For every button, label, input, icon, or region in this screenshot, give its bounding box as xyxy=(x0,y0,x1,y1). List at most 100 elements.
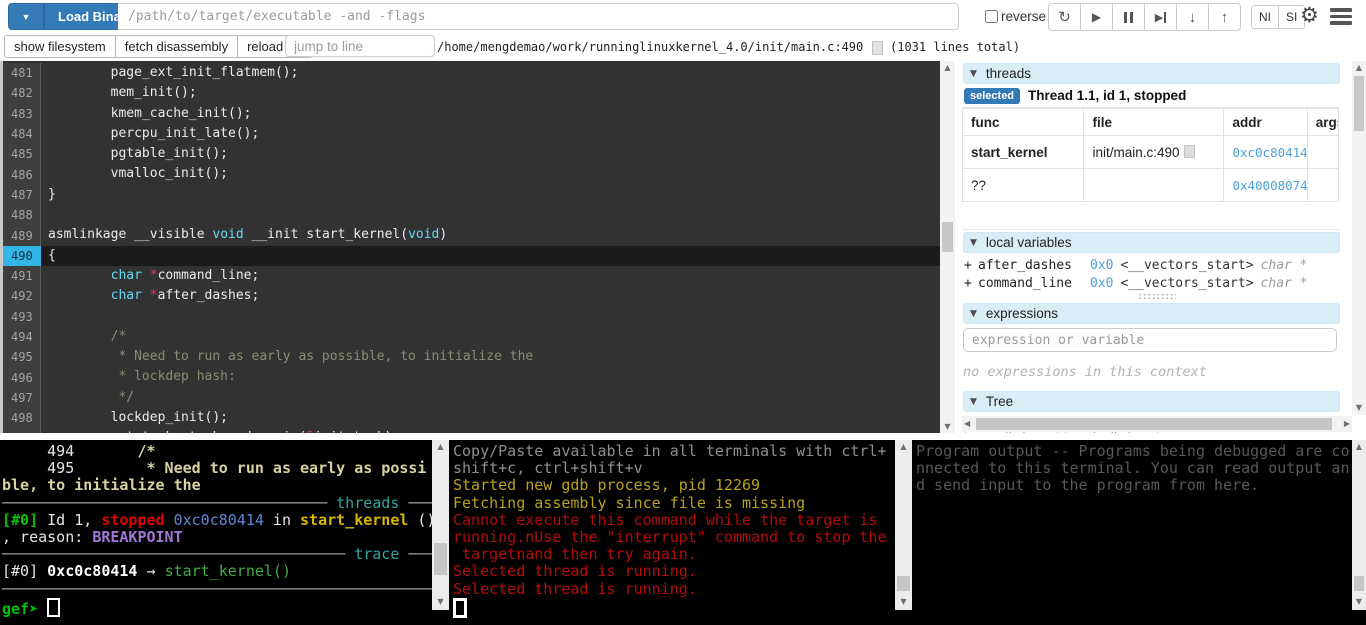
line-number-gutter[interactable]: 491 xyxy=(3,266,41,286)
copy-file-path-icon[interactable] xyxy=(1184,145,1195,158)
line-number-gutter[interactable]: 487 xyxy=(3,185,41,205)
code-line: 490{ xyxy=(3,246,940,266)
threads-column-header: addr xyxy=(1224,109,1307,136)
line-number-gutter[interactable]: 483 xyxy=(3,104,41,124)
code-lines: 481 page_ext_init_flatmem();482 mem_init… xyxy=(3,63,940,433)
sidebar-horizontal-scrollbar[interactable]: ◀ ▶ xyxy=(962,416,1352,432)
reverse-checkbox[interactable] xyxy=(985,10,998,23)
terminal-line: ble, to initialize the xyxy=(2,477,432,494)
line-number-gutter[interactable]: 499 xyxy=(3,428,41,433)
scroll-up-icon[interactable]: ▲ xyxy=(940,61,955,74)
scroll-up-icon[interactable]: ▲ xyxy=(432,440,449,453)
tree-panel-header[interactable]: ▼ Tree xyxy=(963,391,1340,412)
program-output-terminal[interactable]: Program output -- Programs being debugge… xyxy=(912,440,1352,622)
scroll-up-icon[interactable]: ▲ xyxy=(1352,61,1366,74)
expressions-panel-header[interactable]: ▼ expressions xyxy=(963,303,1340,324)
stack-frame-row[interactable]: ??0x40008074 xyxy=(963,169,1339,202)
frame-func-cell: start_kernel xyxy=(963,136,1084,169)
terminal-line: 495 * Need to run as early as possi xyxy=(2,460,432,477)
threads-panel-header[interactable]: ▼ threads xyxy=(963,63,1340,84)
gdb-terminal[interactable]: 494 /* 495 * Need to run as early as pos… xyxy=(0,440,432,622)
line-number-gutter[interactable]: 493 xyxy=(3,307,41,327)
line-number-gutter[interactable]: 494 xyxy=(3,327,41,347)
step-into-button[interactable]: ↓ xyxy=(1176,3,1209,31)
line-number-gutter[interactable]: 484 xyxy=(3,124,41,144)
code-line: 495 * Need to run as early as possible, … xyxy=(3,347,940,367)
scroll-up-icon[interactable]: ▲ xyxy=(895,440,912,453)
line-number-gutter[interactable]: 481 xyxy=(3,63,41,83)
code-line: 497 */ xyxy=(3,388,940,408)
console-terminal-scrollbar[interactable]: ▲ ▼ xyxy=(895,440,912,610)
show-filesystem-button[interactable]: show filesystem xyxy=(4,35,116,58)
code-line: 485 pgtable_init(); xyxy=(3,144,940,164)
binary-path-input[interactable] xyxy=(118,3,959,30)
code-line-text: char *command_line; xyxy=(41,266,940,286)
sidebar-vertical-scrollbar[interactable]: ▲ ▼ xyxy=(1352,61,1366,415)
fetch-disassembly-button[interactable]: fetch disassembly xyxy=(115,35,238,58)
copy-path-icon[interactable] xyxy=(872,41,883,55)
line-number-gutter[interactable]: 485 xyxy=(3,144,41,164)
scroll-right-icon[interactable]: ▶ xyxy=(1344,416,1350,429)
hscrollbar-thumb[interactable] xyxy=(976,418,1332,430)
next-instruction-button[interactable]: NI xyxy=(1251,5,1279,29)
locals-panel-header[interactable]: ▼ local variables xyxy=(963,232,1340,253)
line-number-gutter[interactable]: 489 xyxy=(3,225,41,245)
scroll-down-icon[interactable]: ▼ xyxy=(432,595,449,608)
scroll-down-icon[interactable]: ▼ xyxy=(940,420,955,433)
terminal-line: Fetching assembly since file is missing xyxy=(453,495,896,512)
gdb-terminal-scrollbar[interactable]: ▲ ▼ xyxy=(432,440,449,610)
code-scrollbar-thumb[interactable] xyxy=(942,222,953,252)
gdbgui-console-terminal[interactable]: Copy/Paste available in all terminals wi… xyxy=(449,440,896,622)
code-line-text xyxy=(41,205,940,225)
line-number-gutter[interactable]: 492 xyxy=(3,286,41,306)
variable-symbol: <__vectors_start> xyxy=(1120,276,1253,291)
thread-label[interactable]: Thread 1.1, id 1, stopped xyxy=(1028,88,1186,103)
terminals-area: 494 /* 495 * Need to run as early as pos… xyxy=(0,440,1366,625)
vscrollbar-thumb[interactable] xyxy=(1354,76,1364,131)
line-number-gutter[interactable]: 498 xyxy=(3,408,41,428)
resize-handle[interactable] xyxy=(1138,293,1176,301)
line-number-gutter[interactable]: 486 xyxy=(3,164,41,184)
pause-button[interactable] xyxy=(1112,3,1145,31)
expand-variable-button[interactable]: + xyxy=(962,258,978,273)
scroll-down-icon[interactable]: ▼ xyxy=(895,595,912,608)
restart-button[interactable]: ↻ xyxy=(1048,3,1081,31)
scroll-down-icon[interactable]: ▼ xyxy=(1352,401,1366,414)
stack-frame-row[interactable]: start_kernelinit/main.c:4900xc0c80414 xyxy=(963,136,1339,169)
frame-address-link[interactable]: 0x40008074 xyxy=(1224,169,1307,202)
line-number-gutter[interactable]: 482 xyxy=(3,83,41,103)
line-number-gutter[interactable]: 488 xyxy=(3,205,41,225)
code-line-text: * lockdep hash: xyxy=(41,367,940,387)
code-line-text: set_task_stack_end_magic(&init_task); xyxy=(41,428,940,433)
program-terminal-scrollbar[interactable]: ▲ ▼ xyxy=(1352,440,1366,610)
frame-address-link[interactable]: 0xc0c80414 xyxy=(1224,136,1307,169)
next-button[interactable]: ▶ xyxy=(1144,3,1177,31)
scroll-down-icon[interactable]: ▼ xyxy=(1352,595,1366,608)
settings-gear-icon[interactable]: ⚙ xyxy=(1300,3,1319,27)
code-line-text: /* xyxy=(41,327,940,347)
code-line: 481 page_ext_init_flatmem(); xyxy=(3,63,940,83)
line-number-gutter[interactable]: 497 xyxy=(3,388,41,408)
expression-input[interactable] xyxy=(963,328,1337,352)
line-number-gutter[interactable]: 495 xyxy=(3,347,41,367)
scrollbar-thumb[interactable] xyxy=(1354,576,1364,591)
scroll-left-icon[interactable]: ◀ xyxy=(964,416,970,429)
threads-panel-filler xyxy=(962,202,1340,230)
jump-to-line-input[interactable] xyxy=(285,35,435,57)
line-number-gutter[interactable]: 490 xyxy=(3,246,41,266)
scrollbar-thumb[interactable] xyxy=(434,543,447,575)
code-line-text: { xyxy=(41,246,940,266)
scrollbar-thumb[interactable] xyxy=(897,576,910,591)
code-scrollbar[interactable]: ▲ ▼ xyxy=(940,61,955,433)
terminal-line: [#0] Id 1, stopped 0xc0c80414 in start_k… xyxy=(2,512,432,529)
top-toolbar: ▼ Load Binary reverse ↻ ▶ ▶ ↓ ↑ NI SI ⚙ xyxy=(0,0,1366,34)
continue-button[interactable]: ▶ xyxy=(1080,3,1113,31)
step-out-button[interactable]: ↑ xyxy=(1208,3,1241,31)
menu-hamburger-icon[interactable] xyxy=(1330,8,1352,28)
expand-variable-button[interactable]: + xyxy=(962,276,978,291)
threads-table-header: funcfileaddrargs xyxy=(963,109,1339,136)
line-number-gutter[interactable]: 496 xyxy=(3,367,41,387)
binary-dropdown-button[interactable]: ▼ xyxy=(8,3,44,30)
variable-type: char * xyxy=(1261,258,1308,273)
scroll-up-icon[interactable]: ▲ xyxy=(1352,440,1366,453)
